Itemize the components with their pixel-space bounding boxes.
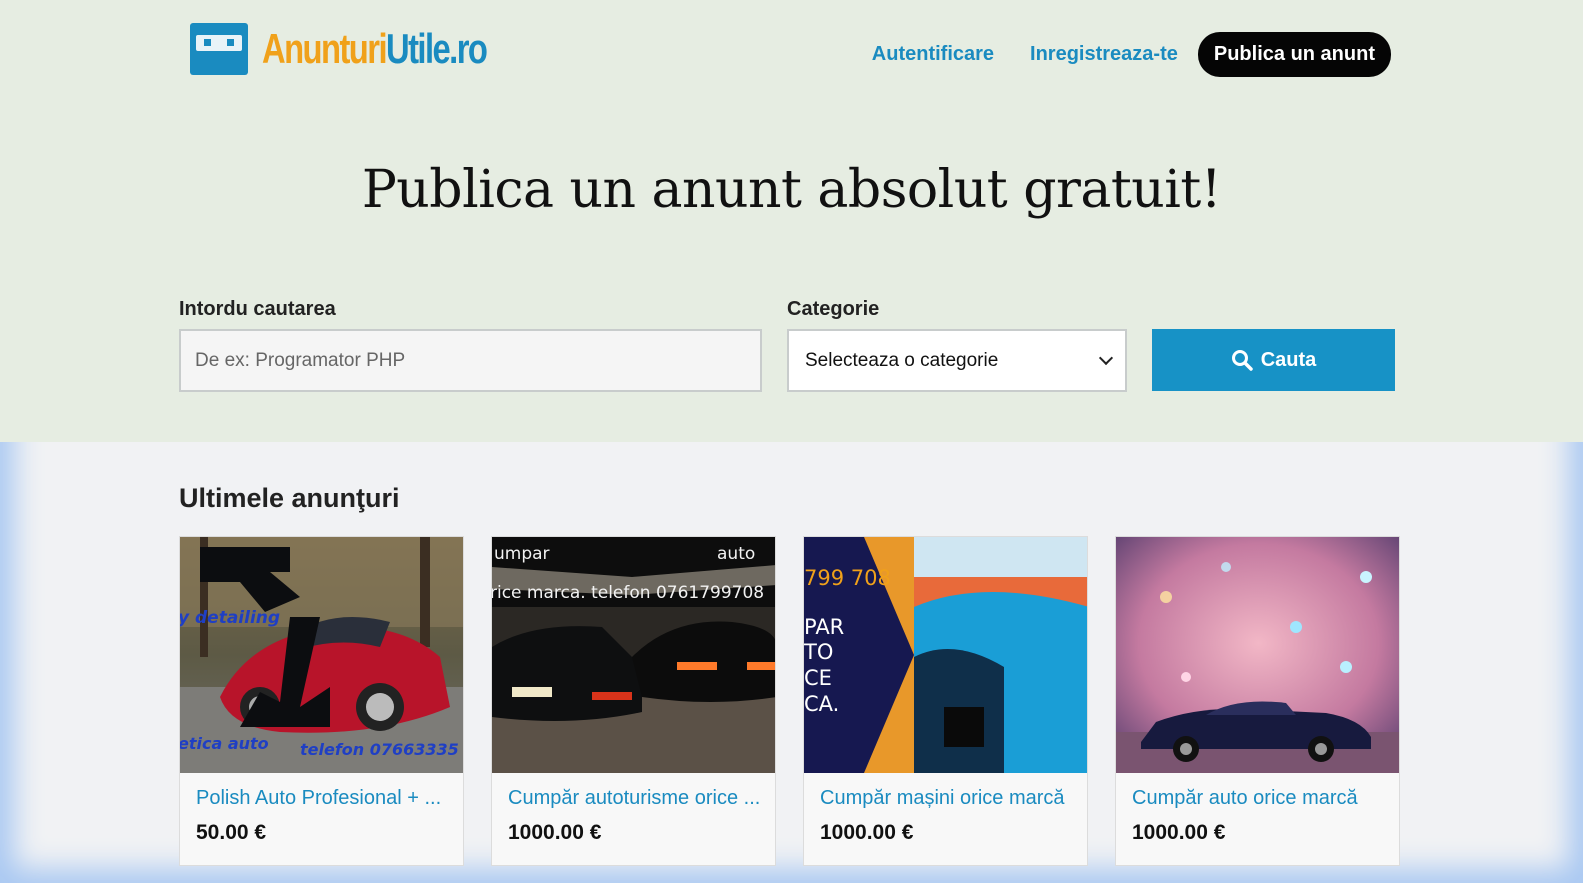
login-link[interactable]: Autentificare: [872, 43, 994, 66]
image-text: TO: [804, 640, 833, 664]
listing-image: [1116, 537, 1399, 773]
logo-icon: [190, 23, 248, 75]
listing-card[interactable]: 799 708 PAR TO CE CA. Cumpăr mașini oric…: [803, 536, 1088, 866]
listing-price: 1000.00 €: [508, 821, 602, 844]
listing-price: 1000.00 €: [820, 821, 914, 844]
search-label: Intordu cautarea: [179, 298, 336, 320]
site-header: AnunturiUtile.ro Autentificare Inregistr…: [0, 0, 1583, 110]
image-text: rice marca. telefon 0761799708: [492, 583, 764, 603]
search-input[interactable]: [179, 329, 762, 392]
listing-title[interactable]: Cumpăr auto orice marcă: [1132, 787, 1387, 810]
register-link[interactable]: Inregistreaza-te: [1030, 43, 1178, 66]
top-nav: Autentificare Inregistreaza-te Publica u…: [836, 31, 1391, 77]
listing-card[interactable]: Cumpăr auto orice marcă 1000.00 €: [1115, 536, 1400, 866]
hero-section: AnunturiUtile.ro Autentificare Inregistr…: [0, 0, 1583, 442]
category-label: Categorie: [787, 298, 880, 320]
site-logo[interactable]: AnunturiUtile.ro: [190, 22, 550, 76]
listing-price: 50.00 €: [196, 821, 267, 844]
logo-text: AnunturiUtile.ro: [262, 25, 488, 72]
image-text: CE: [804, 666, 832, 690]
listing-card[interactable]: y detailing etica auto telefon 07663335 …: [179, 536, 464, 866]
listing-title[interactable]: Cumpăr autoturisme orice ...: [508, 787, 763, 810]
image-text: etica auto: [180, 734, 269, 753]
latest-listings-title: Ultimele anunţuri: [179, 483, 400, 513]
page-frame: AnunturiUtile.ro Autentificare Inregistr…: [0, 0, 1583, 883]
image-text: telefon 07663335: [300, 740, 459, 759]
image-text: 799 708: [804, 566, 891, 590]
image-text: PAR: [804, 615, 844, 639]
image-text: CA.: [804, 692, 839, 716]
category-selected-value: Selecteaza o categorie: [805, 349, 999, 371]
publish-ad-button[interactable]: Publica un anunt: [1197, 31, 1391, 77]
chevron-down-icon: [1098, 350, 1114, 366]
search-button[interactable]: Cauta: [1152, 329, 1395, 391]
hero-headline: Publica un anunt absolut gratuit!: [361, 160, 1222, 220]
image-text: umpar: [494, 544, 550, 564]
category-select[interactable]: Selecteaza o categorie: [787, 329, 1127, 392]
listing-card[interactable]: umpar auto rice marca. telefon 076179970…: [491, 536, 776, 866]
image-text: y detailing: [180, 608, 280, 628]
search-icon: [1231, 350, 1253, 371]
listing-image: umpar auto rice marca. telefon 076179970…: [492, 537, 775, 773]
listing-title[interactable]: Cumpăr mașini orice marcă: [820, 787, 1075, 810]
listing-image: y detailing etica auto telefon 07663335: [180, 537, 463, 773]
listing-price: 1000.00 €: [1132, 821, 1226, 844]
image-text: auto: [717, 544, 755, 564]
listing-title[interactable]: Polish Auto Profesional + ...: [196, 787, 451, 810]
listing-image: 799 708 PAR TO CE CA.: [804, 537, 1087, 773]
search-button-label: Cauta: [1260, 348, 1317, 371]
